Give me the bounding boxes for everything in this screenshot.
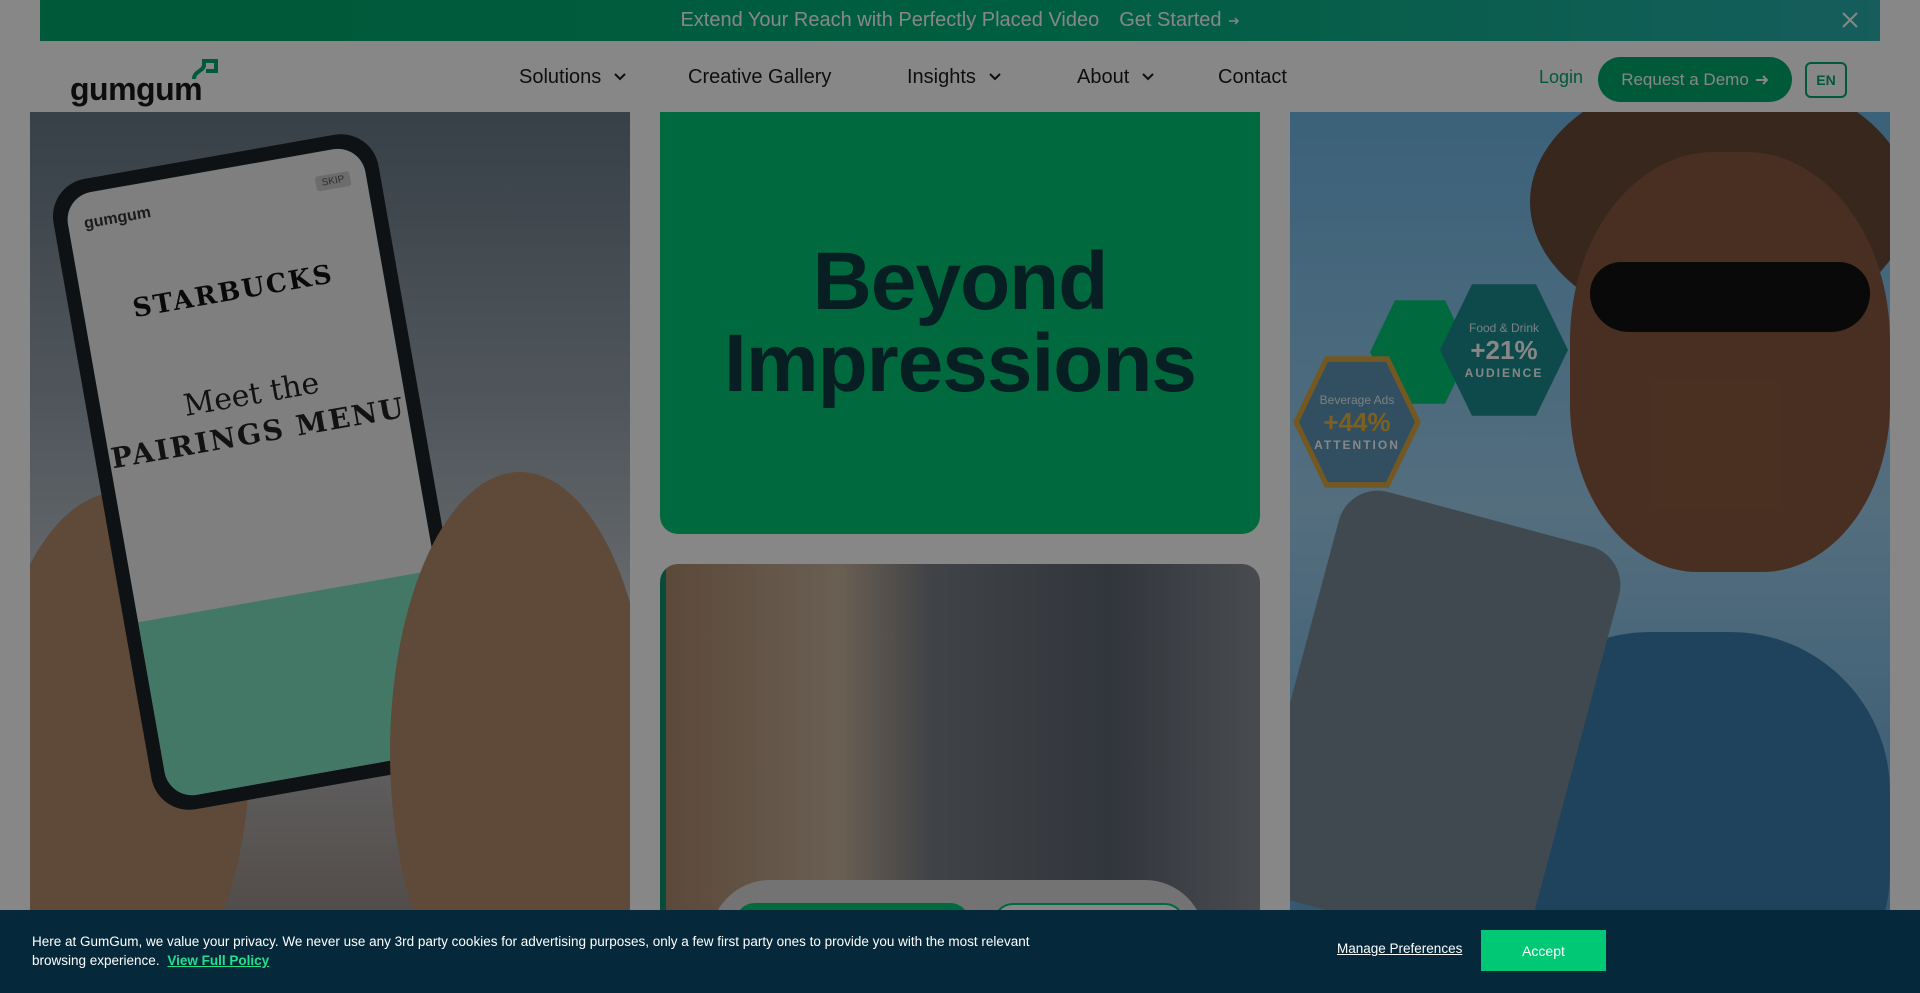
cookie-message: Here at GumGum, we value your privacy. W… — [32, 932, 1072, 970]
accept-button[interactable]: Accept — [1481, 930, 1606, 971]
modal-overlay — [0, 0, 1920, 993]
manage-preferences-link[interactable]: Manage Preferences — [1337, 941, 1462, 956]
view-policy-link[interactable]: View Full Policy — [167, 953, 269, 968]
cookie-banner: Here at GumGum, we value your privacy. W… — [0, 910, 1920, 993]
